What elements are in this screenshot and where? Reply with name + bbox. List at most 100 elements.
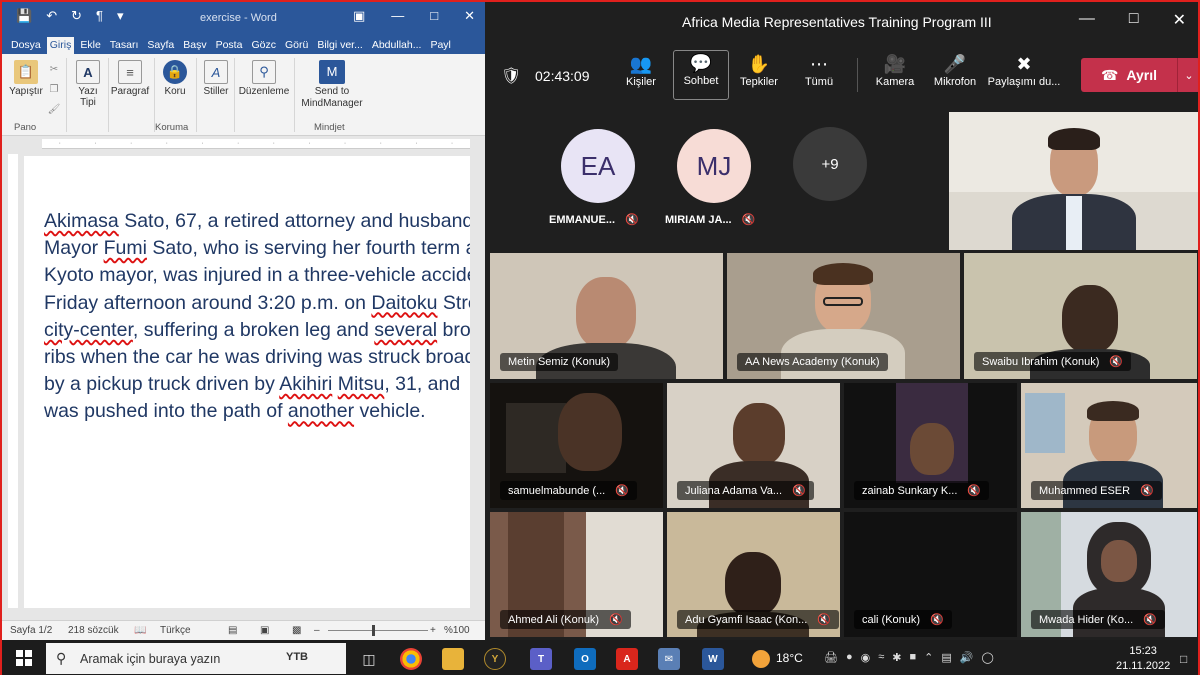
read-mode-icon[interactable]: ▤ [228, 625, 237, 636]
grammar-flag[interactable]: another [288, 400, 354, 422]
word-icon[interactable]: W [702, 648, 724, 670]
redo-icon[interactable]: ↻ [71, 8, 82, 24]
network-icon[interactable]: ▤ [941, 651, 951, 664]
start-button[interactable] [16, 650, 32, 666]
cut-icon[interactable]: ✂ [46, 60, 62, 80]
zoom-slider[interactable] [328, 630, 428, 631]
undo-icon[interactable]: ↶ [46, 8, 57, 24]
protect-button[interactable]: 🔒 Koru [158, 60, 192, 97]
share-button[interactable]: ✖ Paylaşımı du... [985, 52, 1063, 88]
misspelled-word[interactable]: Daitoku [371, 292, 437, 314]
misspelled-word[interactable]: Mitsu [338, 373, 385, 395]
ribbon-tab[interactable]: Dosya [8, 37, 44, 54]
people-button[interactable]: 👥 Kişiler [613, 52, 669, 88]
document-page[interactable]: Akimasa Sato, 67, a retired attorney and… [24, 156, 470, 608]
language[interactable]: Türkçe [160, 625, 191, 636]
video-tile[interactable]: Ahmed Ali (Konuk) 🔇 [490, 512, 663, 637]
ytb-app-icon[interactable]: Y [484, 648, 506, 670]
proofing-icon[interactable]: 📖 [134, 625, 146, 636]
web-layout-icon[interactable]: ▩ [292, 625, 301, 636]
word-count[interactable]: 218 sözcük [68, 625, 119, 636]
print-layout-icon[interactable]: ▣ [260, 625, 269, 636]
zoom-slider-thumb[interactable] [372, 625, 375, 636]
more-participants-button[interactable]: +9 [793, 127, 867, 201]
taskbar-search-box[interactable]: ⚲ Aramak için buraya yazın YTB [46, 643, 346, 674]
leave-options-button[interactable]: ⌄ [1177, 58, 1198, 92]
security-icon[interactable]: ◉ [861, 651, 871, 664]
vpn-icon[interactable]: ● [846, 651, 853, 664]
editing-button[interactable]: ⚲ Düzenleme [236, 60, 292, 97]
misspelled-word[interactable]: Fumi [104, 237, 147, 259]
document-body[interactable]: Akimasa Sato, 67, a retired attorney and… [44, 208, 470, 426]
ribbon-tab[interactable]: Tasarı [107, 37, 142, 54]
task-view-icon[interactable]: ◫ [358, 648, 380, 670]
ribbon-tab[interactable]: Giriş [46, 37, 75, 54]
file-explorer-icon[interactable] [442, 648, 464, 670]
chevron-up-icon[interactable]: ⌃ [924, 651, 933, 664]
ribbon-tab[interactable]: Payl [427, 37, 453, 54]
styles-button[interactable]: A Stiller [200, 60, 232, 97]
acrobat-icon[interactable]: A [616, 648, 638, 670]
wifi-icon[interactable]: ≈ [878, 651, 884, 664]
zoom-level[interactable]: %100 [444, 625, 470, 636]
zoom-out-icon[interactable]: – [314, 625, 320, 636]
volume-icon[interactable]: 🔊 [960, 651, 974, 664]
save-icon[interactable]: 💾 [16, 8, 32, 24]
bluetooth-icon[interactable]: ✱ [892, 651, 901, 664]
page-count[interactable]: Sayfa 1/2 [10, 625, 52, 636]
mail-icon[interactable]: ✉ [658, 648, 680, 670]
leave-button[interactable]: ☎ Ayrıl [1081, 58, 1177, 92]
notification-icon[interactable]: □ [1180, 652, 1187, 666]
video-tile-active-speaker[interactable]: AA News Academy (Konuk) [727, 253, 960, 379]
shield-icon[interactable]: 🛡 [501, 66, 521, 86]
video-tile[interactable]: zainab Sunkary K... 🔇 [844, 383, 1017, 508]
ribbon-tab[interactable]: Sayfa [144, 37, 177, 54]
misspelled-word[interactable]: Akimasa [44, 210, 119, 232]
video-tile[interactable]: cali (Konuk) 🔇 [844, 512, 1017, 637]
ribbon-tab[interactable]: Başv [180, 37, 209, 54]
chat-button[interactable]: 💬 Sohbet [673, 50, 729, 100]
weather-temperature[interactable]: 18°C [776, 651, 803, 665]
teams-icon[interactable]: T [530, 648, 552, 670]
maximize-icon[interactable]: □ [430, 8, 438, 24]
ribbon-tab[interactable]: Görü [282, 37, 311, 54]
mic-button[interactable]: 🎤 Mikrofon [927, 52, 983, 88]
misspelled-word[interactable]: Akihiri [279, 373, 332, 395]
chrome-icon[interactable] [400, 648, 422, 670]
format-painter-icon[interactable]: 🖌 [46, 100, 62, 120]
grammar-flag[interactable]: city-center [44, 319, 133, 341]
weather-sun-icon[interactable] [752, 650, 770, 668]
ribbon-tab[interactable]: Ekle [77, 37, 103, 54]
copy-icon[interactable]: ❐ [46, 80, 62, 100]
more-button[interactable]: ⋯ Tümü [791, 52, 847, 88]
close-icon[interactable]: ✕ [1173, 10, 1186, 30]
grammar-flag[interactable]: several [374, 319, 437, 341]
paste-button[interactable]: 📋 Yapıştır [8, 60, 44, 97]
video-tile[interactable]: Juliana Adama Va... 🔇 [667, 383, 840, 508]
close-icon[interactable]: ✕ [464, 8, 475, 24]
video-tile-self[interactable] [949, 112, 1198, 250]
customize-dropdown-icon[interactable]: ▾ [117, 8, 124, 24]
ribbon-tab[interactable]: Gözc [248, 37, 279, 54]
video-tile[interactable]: Muhammed ESER 🔇 [1021, 383, 1197, 508]
video-tile[interactable]: Metin Semiz (Konuk) [490, 253, 723, 379]
video-tile[interactable]: Swaibu Ibrahim (Konuk) 🔇 [964, 253, 1197, 379]
outlook-icon[interactable]: O [574, 648, 596, 670]
ribbon-tab[interactable]: Posta [213, 37, 246, 54]
participant-avatar[interactable]: MJ [677, 129, 751, 203]
send-to-mindmanager-button[interactable]: M Send to MindManager [296, 60, 368, 110]
font-button[interactable]: A Yazı Tipi [70, 60, 106, 108]
system-clock[interactable]: 15:23 21.11.2022 [1116, 644, 1170, 674]
video-tile[interactable]: Mwada Hider (Ko... 🔇 [1021, 512, 1197, 637]
printer-icon[interactable]: 🖨 [824, 651, 838, 664]
reactions-button[interactable]: ✋ Tepkiler [731, 52, 787, 88]
ribbon-tab[interactable]: Bilgi ver... [314, 37, 366, 54]
pilcrow-icon[interactable]: ¶ [96, 8, 103, 24]
camera-button[interactable]: 🎥 Kamera [867, 52, 923, 88]
ribbon-display-icon[interactable]: ▣ [353, 8, 365, 24]
zoom-in-icon[interactable]: + [430, 625, 436, 636]
video-tile[interactable]: samuelmabunde (... 🔇 [490, 383, 663, 508]
minimize-icon[interactable]: — [1079, 10, 1095, 30]
participant-avatar[interactable]: EA [561, 129, 635, 203]
teams-tray-icon[interactable]: ■ [910, 651, 917, 664]
